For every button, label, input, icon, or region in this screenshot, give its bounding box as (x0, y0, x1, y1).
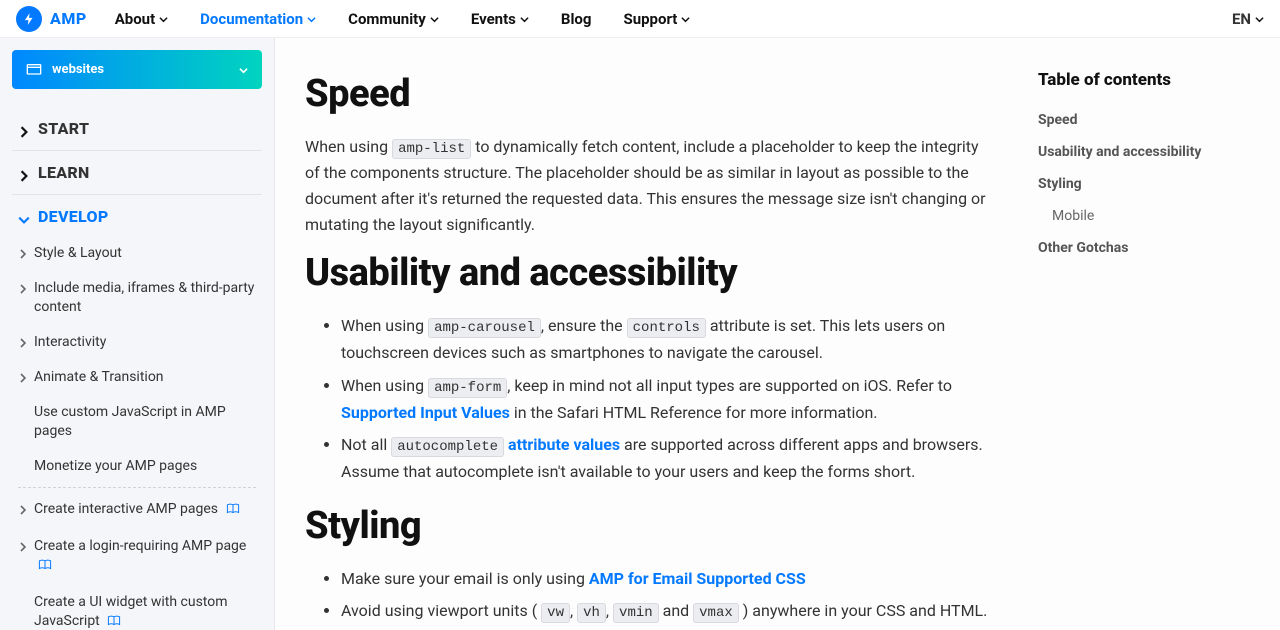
chevron-down-icon (18, 211, 30, 223)
list-item: When using amp-carousel, ensure the cont… (341, 313, 990, 366)
book-icon (107, 614, 121, 630)
language-selector[interactable]: EN (1232, 10, 1264, 28)
list-item: Avoid using viewport units ( vw, vh, vmi… (341, 598, 990, 630)
code-amp-list: amp-list (392, 139, 471, 159)
code-controls: controls (627, 318, 706, 338)
sidebar-item-label: Style & Layout (34, 244, 122, 263)
book-icon (38, 558, 52, 577)
section-start-header[interactable]: START (12, 119, 262, 138)
chevron-down-icon (307, 10, 316, 28)
sidebar: websites START LEARN DEVELOP Style & Lay… (0, 38, 275, 630)
section-develop-header[interactable]: DEVELOP (12, 207, 262, 226)
chevron-right-icon (18, 167, 30, 179)
toc-mobile[interactable]: Mobile (1038, 200, 1258, 232)
toc-speed[interactable]: Speed (1038, 104, 1258, 136)
sidebar-item[interactable]: Use custom JavaScript in AMP pages (12, 395, 262, 449)
sidebar-item[interactable]: Create a UI widget with custom JavaScrip… (12, 585, 262, 630)
brand-text: AMP (50, 9, 87, 28)
list-item: Make sure your email is only using AMP f… (341, 566, 990, 592)
nav-blog[interactable]: Blog (561, 10, 592, 28)
code-amp-carousel: amp-carousel (428, 318, 541, 338)
list-item: When using amp-form, keep in mind not al… (341, 373, 990, 426)
chevron-right-icon (18, 540, 28, 556)
speed-paragraph: When using amp-list to dynamically fetch… (305, 134, 990, 237)
section-develop: DEVELOP Style & Layout Include media, ifr… (12, 195, 262, 630)
sidebar-item[interactable]: Style & Layout (12, 236, 262, 271)
toc-title: Table of contents (1038, 70, 1258, 90)
sidebar-item-label: Monetize your AMP pages (34, 457, 197, 476)
chevron-right-icon (18, 503, 28, 519)
sidebar-item-label: Include media, iframes & third-party con… (34, 279, 262, 317)
site-selector[interactable]: websites (12, 50, 262, 89)
nav-items: About Documentation Community Events Blo… (115, 10, 1232, 28)
usability-list: When using amp-carousel, ensure the cont… (305, 313, 990, 485)
sidebar-item[interactable]: Include media, iframes & third-party con… (12, 271, 262, 325)
link-attribute-values[interactable]: attribute values (508, 435, 620, 454)
heading-speed: Speed (305, 72, 990, 116)
sidebar-item-label: Create interactive AMP pages (34, 500, 240, 521)
section-learn: LEARN (12, 151, 262, 195)
toc-other[interactable]: Other Gotchas (1038, 232, 1258, 264)
site-selector-label: websites (52, 62, 104, 77)
chevron-down-icon (520, 10, 529, 28)
toc-styling[interactable]: Styling (1038, 168, 1258, 200)
nav-support[interactable]: Support (623, 10, 690, 28)
book-icon (226, 502, 240, 521)
sidebar-item-label: Create a UI widget with custom JavaScrip… (34, 593, 262, 630)
sidebar-item-label: Create a login-requiring AMP page (34, 537, 262, 577)
section-learn-header[interactable]: LEARN (12, 163, 262, 182)
logo[interactable]: AMP (16, 6, 87, 32)
sidebar-item[interactable]: Animate & Transition (12, 360, 262, 395)
nav-community[interactable]: Community (348, 10, 439, 28)
table-of-contents: Table of contents Speed Usability and ac… (1020, 38, 1280, 630)
chevron-right-icon (18, 282, 28, 298)
sidebar-item-label: Interactivity (34, 333, 106, 352)
nav-about[interactable]: About (115, 10, 168, 28)
section-start: START (12, 107, 262, 151)
link-supported-input-values[interactable]: Supported Input Values (341, 403, 510, 422)
chevron-down-icon (681, 10, 690, 28)
toc-usability[interactable]: Usability and accessibility (1038, 136, 1258, 168)
nav-events[interactable]: Events (471, 10, 529, 28)
sidebar-item[interactable]: Interactivity (12, 325, 262, 360)
chevron-down-icon (1255, 10, 1264, 28)
sidebar-item[interactable]: Monetize your AMP pages (12, 449, 262, 484)
chevron-right-icon (18, 371, 28, 387)
list-item: Not all autocomplete attribute values ar… (341, 432, 990, 485)
chevron-down-icon (239, 60, 248, 79)
code-autocomplete: autocomplete (391, 437, 504, 457)
top-nav: AMP About Documentation Community Events… (0, 0, 1280, 38)
heading-styling: Styling (305, 504, 990, 548)
sidebar-item[interactable]: Create interactive AMP pages (12, 492, 262, 529)
sidebar-item[interactable]: Create a login-requiring AMP page (12, 529, 262, 585)
main-content: Speed When using amp-list to dynamically… (275, 38, 1020, 630)
sidebar-item-label: Use custom JavaScript in AMP pages (34, 403, 262, 441)
chevron-right-icon (18, 247, 28, 263)
nav-documentation[interactable]: Documentation (200, 10, 316, 28)
code-amp-form: amp-form (428, 378, 507, 398)
chevron-right-icon (18, 336, 28, 352)
chevron-down-icon (430, 10, 439, 28)
chevron-right-icon (18, 123, 30, 135)
websites-icon (26, 62, 42, 78)
styling-list: Make sure your email is only using AMP f… (305, 566, 990, 630)
amp-bolt-icon (16, 6, 42, 32)
heading-usability: Usability and accessibility (305, 251, 990, 295)
sidebar-item-label: Animate & Transition (34, 368, 164, 387)
chevron-down-icon (159, 10, 168, 28)
link-amp-email-css[interactable]: AMP for Email Supported CSS (589, 569, 806, 588)
